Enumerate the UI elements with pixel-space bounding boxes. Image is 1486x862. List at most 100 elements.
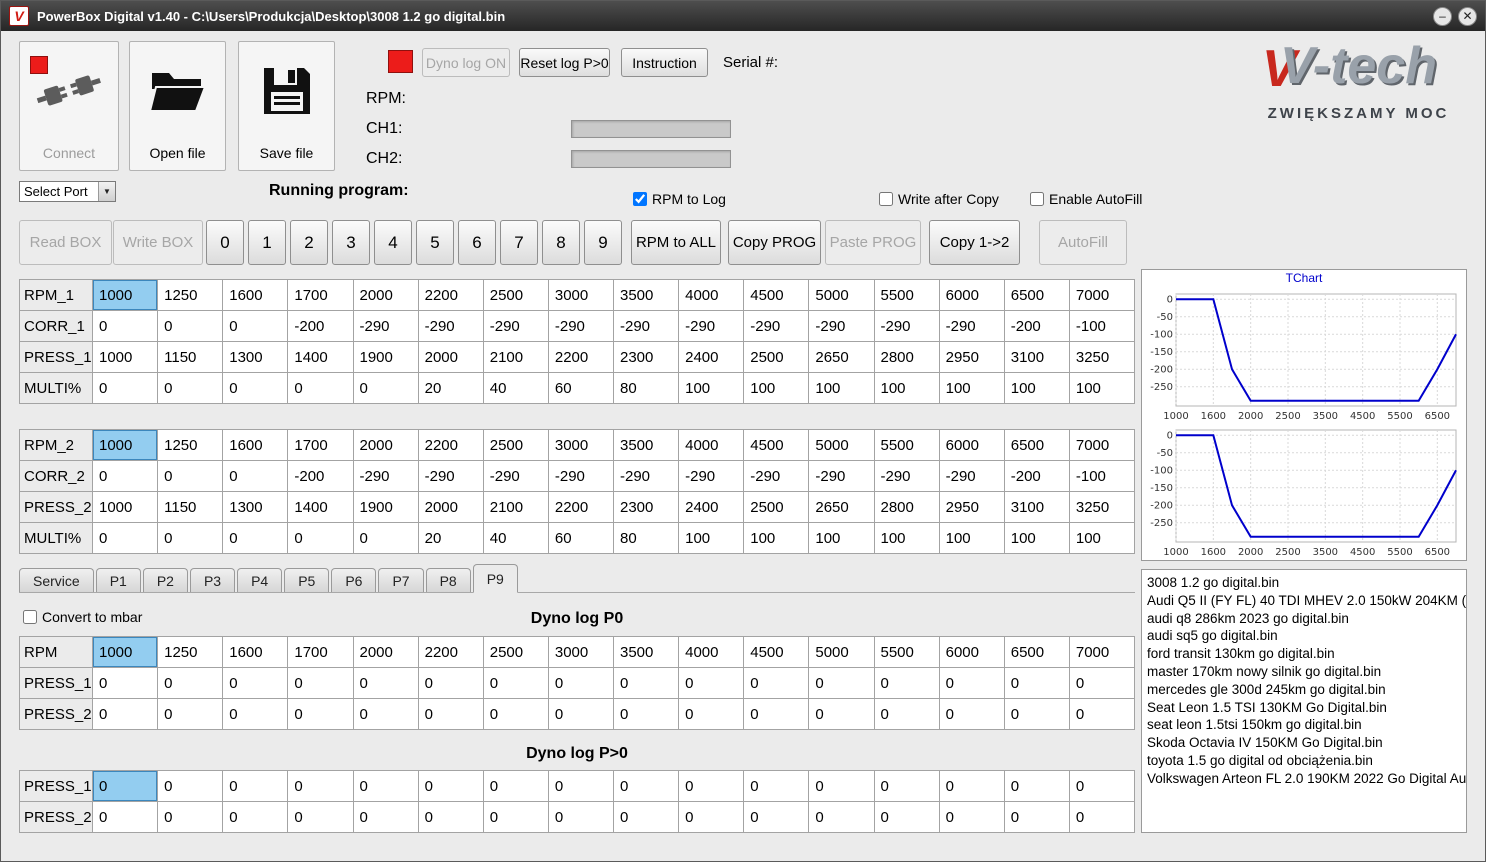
table-cell[interactable]: 0 bbox=[1004, 668, 1070, 699]
table-cell[interactable]: 3250 bbox=[1069, 342, 1135, 373]
rpm-to-all-button[interactable]: RPM to ALL bbox=[631, 220, 721, 265]
table-cell[interactable]: 1250 bbox=[158, 637, 224, 668]
write-after-copy-input[interactable] bbox=[879, 192, 893, 206]
copy-1-to-2-button[interactable]: Copy 1->2 bbox=[929, 220, 1020, 265]
table-cell[interactable]: 2500 bbox=[483, 280, 549, 311]
table-cell[interactable]: 0 bbox=[483, 802, 549, 833]
table-cell[interactable]: 2400 bbox=[679, 492, 745, 523]
table-cell[interactable]: -290 bbox=[548, 311, 614, 342]
table-cell[interactable]: 1150 bbox=[158, 342, 224, 373]
table-cell[interactable]: 2200 bbox=[418, 430, 484, 461]
table-cell[interactable]: 1150 bbox=[158, 492, 224, 523]
table-cell[interactable]: 0 bbox=[353, 523, 419, 554]
table-cell[interactable]: 1600 bbox=[223, 637, 289, 668]
digit-button-8[interactable]: 8 bbox=[542, 220, 580, 265]
table-cell[interactable]: 5500 bbox=[874, 280, 940, 311]
table-cell[interactable]: 100 bbox=[1069, 373, 1135, 404]
file-list[interactable]: 3008 1.2 go digital.bin Audi Q5 II (FY FL… bbox=[1141, 569, 1467, 833]
enable-autofill-input[interactable] bbox=[1030, 192, 1044, 206]
table-cell[interactable]: -200 bbox=[1004, 461, 1070, 492]
table-cell[interactable]: 0 bbox=[809, 668, 875, 699]
tab-p5[interactable]: P5 bbox=[284, 568, 330, 592]
table-cell[interactable]: -290 bbox=[679, 311, 745, 342]
minimize-button[interactable]: – bbox=[1433, 6, 1452, 26]
table-cell[interactable]: -290 bbox=[614, 461, 680, 492]
table-cell[interactable]: -290 bbox=[418, 461, 484, 492]
table-cell[interactable]: 0 bbox=[353, 668, 419, 699]
file-list-item[interactable]: toyota 1.5 go digital od obciążenia.bin bbox=[1144, 752, 1464, 770]
table-cell[interactable]: 0 bbox=[809, 771, 875, 802]
rpm-to-log-input[interactable] bbox=[633, 192, 647, 206]
table-cell[interactable]: -290 bbox=[809, 461, 875, 492]
table-cell[interactable]: 0 bbox=[744, 668, 810, 699]
table-cell[interactable]: 0 bbox=[874, 771, 940, 802]
close-button[interactable]: ✕ bbox=[1458, 6, 1477, 26]
table-cell[interactable]: -290 bbox=[418, 311, 484, 342]
table-cell[interactable]: 4500 bbox=[744, 637, 810, 668]
table-cell[interactable]: -290 bbox=[874, 461, 940, 492]
table-cell[interactable]: 0 bbox=[158, 311, 224, 342]
table-cell[interactable]: 1000 bbox=[93, 280, 159, 311]
digit-button-1[interactable]: 1 bbox=[248, 220, 286, 265]
table-cell[interactable]: 0 bbox=[158, 699, 224, 730]
table-cell[interactable]: 1600 bbox=[223, 280, 289, 311]
table-cell[interactable]: 100 bbox=[679, 523, 745, 554]
table-cell[interactable]: 0 bbox=[288, 771, 354, 802]
table-cell[interactable]: 7000 bbox=[1069, 430, 1135, 461]
table-cell[interactable]: 100 bbox=[809, 523, 875, 554]
table-cell[interactable]: -290 bbox=[483, 461, 549, 492]
table-cell[interactable]: 0 bbox=[1069, 699, 1135, 730]
table-cell[interactable]: 0 bbox=[744, 699, 810, 730]
digit-button-9[interactable]: 9 bbox=[584, 220, 622, 265]
table-cell[interactable]: 2650 bbox=[809, 492, 875, 523]
table-cell[interactable]: 2950 bbox=[939, 492, 1005, 523]
read-box-button[interactable]: Read BOX bbox=[19, 220, 112, 265]
table-cell[interactable]: 0 bbox=[223, 523, 289, 554]
table-cell[interactable]: 100 bbox=[1004, 373, 1070, 404]
table-cell[interactable]: 2500 bbox=[744, 492, 810, 523]
tab-service[interactable]: Service bbox=[19, 568, 94, 592]
table-cell[interactable]: 0 bbox=[223, 373, 289, 404]
table-cell[interactable]: 0 bbox=[288, 373, 354, 404]
table-cell[interactable]: 2800 bbox=[874, 342, 940, 373]
table-cell[interactable]: -200 bbox=[288, 311, 354, 342]
table-cell[interactable]: 0 bbox=[548, 802, 614, 833]
table-cell[interactable]: 80 bbox=[614, 523, 680, 554]
table-cell[interactable]: 6000 bbox=[939, 280, 1005, 311]
table-cell[interactable]: 2300 bbox=[614, 492, 680, 523]
table-cell[interactable]: 4000 bbox=[679, 280, 745, 311]
table-cell[interactable]: 0 bbox=[483, 668, 549, 699]
table-cell[interactable]: 3000 bbox=[548, 430, 614, 461]
table-cell[interactable]: 2100 bbox=[483, 492, 549, 523]
table-cell[interactable]: 2200 bbox=[418, 280, 484, 311]
table-cell[interactable]: 0 bbox=[93, 802, 159, 833]
table-cell[interactable]: 2200 bbox=[548, 492, 614, 523]
table-cell[interactable]: 1900 bbox=[353, 342, 419, 373]
table-cell[interactable]: 20 bbox=[418, 373, 484, 404]
table-cell[interactable]: 0 bbox=[158, 771, 224, 802]
table-cell[interactable]: 100 bbox=[679, 373, 745, 404]
table-cell[interactable]: -290 bbox=[548, 461, 614, 492]
write-after-copy-checkbox[interactable]: Write after Copy bbox=[879, 191, 999, 207]
table-cell[interactable]: 0 bbox=[1004, 771, 1070, 802]
table-cell[interactable]: 0 bbox=[418, 802, 484, 833]
table-cell[interactable]: 0 bbox=[288, 668, 354, 699]
table-cell[interactable]: 0 bbox=[158, 802, 224, 833]
table-cell[interactable]: 5500 bbox=[874, 430, 940, 461]
table-cell[interactable]: 2100 bbox=[483, 342, 549, 373]
tab-p8[interactable]: P8 bbox=[425, 568, 471, 592]
table-cell[interactable]: 0 bbox=[288, 699, 354, 730]
tab-p3[interactable]: P3 bbox=[189, 568, 236, 592]
instruction-button[interactable]: Instruction bbox=[621, 48, 708, 77]
table-cell[interactable]: 1000 bbox=[93, 342, 159, 373]
file-list-item[interactable]: Skoda Octavia IV 150KM Go Digital.bin bbox=[1144, 734, 1464, 752]
table-cell[interactable]: 100 bbox=[744, 523, 810, 554]
table-cell[interactable]: 0 bbox=[93, 523, 159, 554]
file-list-item[interactable]: ford transit 130km go digital.bin bbox=[1144, 645, 1464, 663]
enable-autofill-checkbox[interactable]: Enable AutoFill bbox=[1030, 191, 1142, 207]
table-cell[interactable]: -290 bbox=[483, 311, 549, 342]
file-list-item[interactable]: Volkswagen Arteon FL 2.0 190KM 2022 Go D… bbox=[1144, 770, 1466, 788]
open-file-button[interactable]: Open file bbox=[129, 41, 226, 171]
table-cell[interactable]: 0 bbox=[288, 802, 354, 833]
table-cell[interactable]: 2800 bbox=[874, 492, 940, 523]
